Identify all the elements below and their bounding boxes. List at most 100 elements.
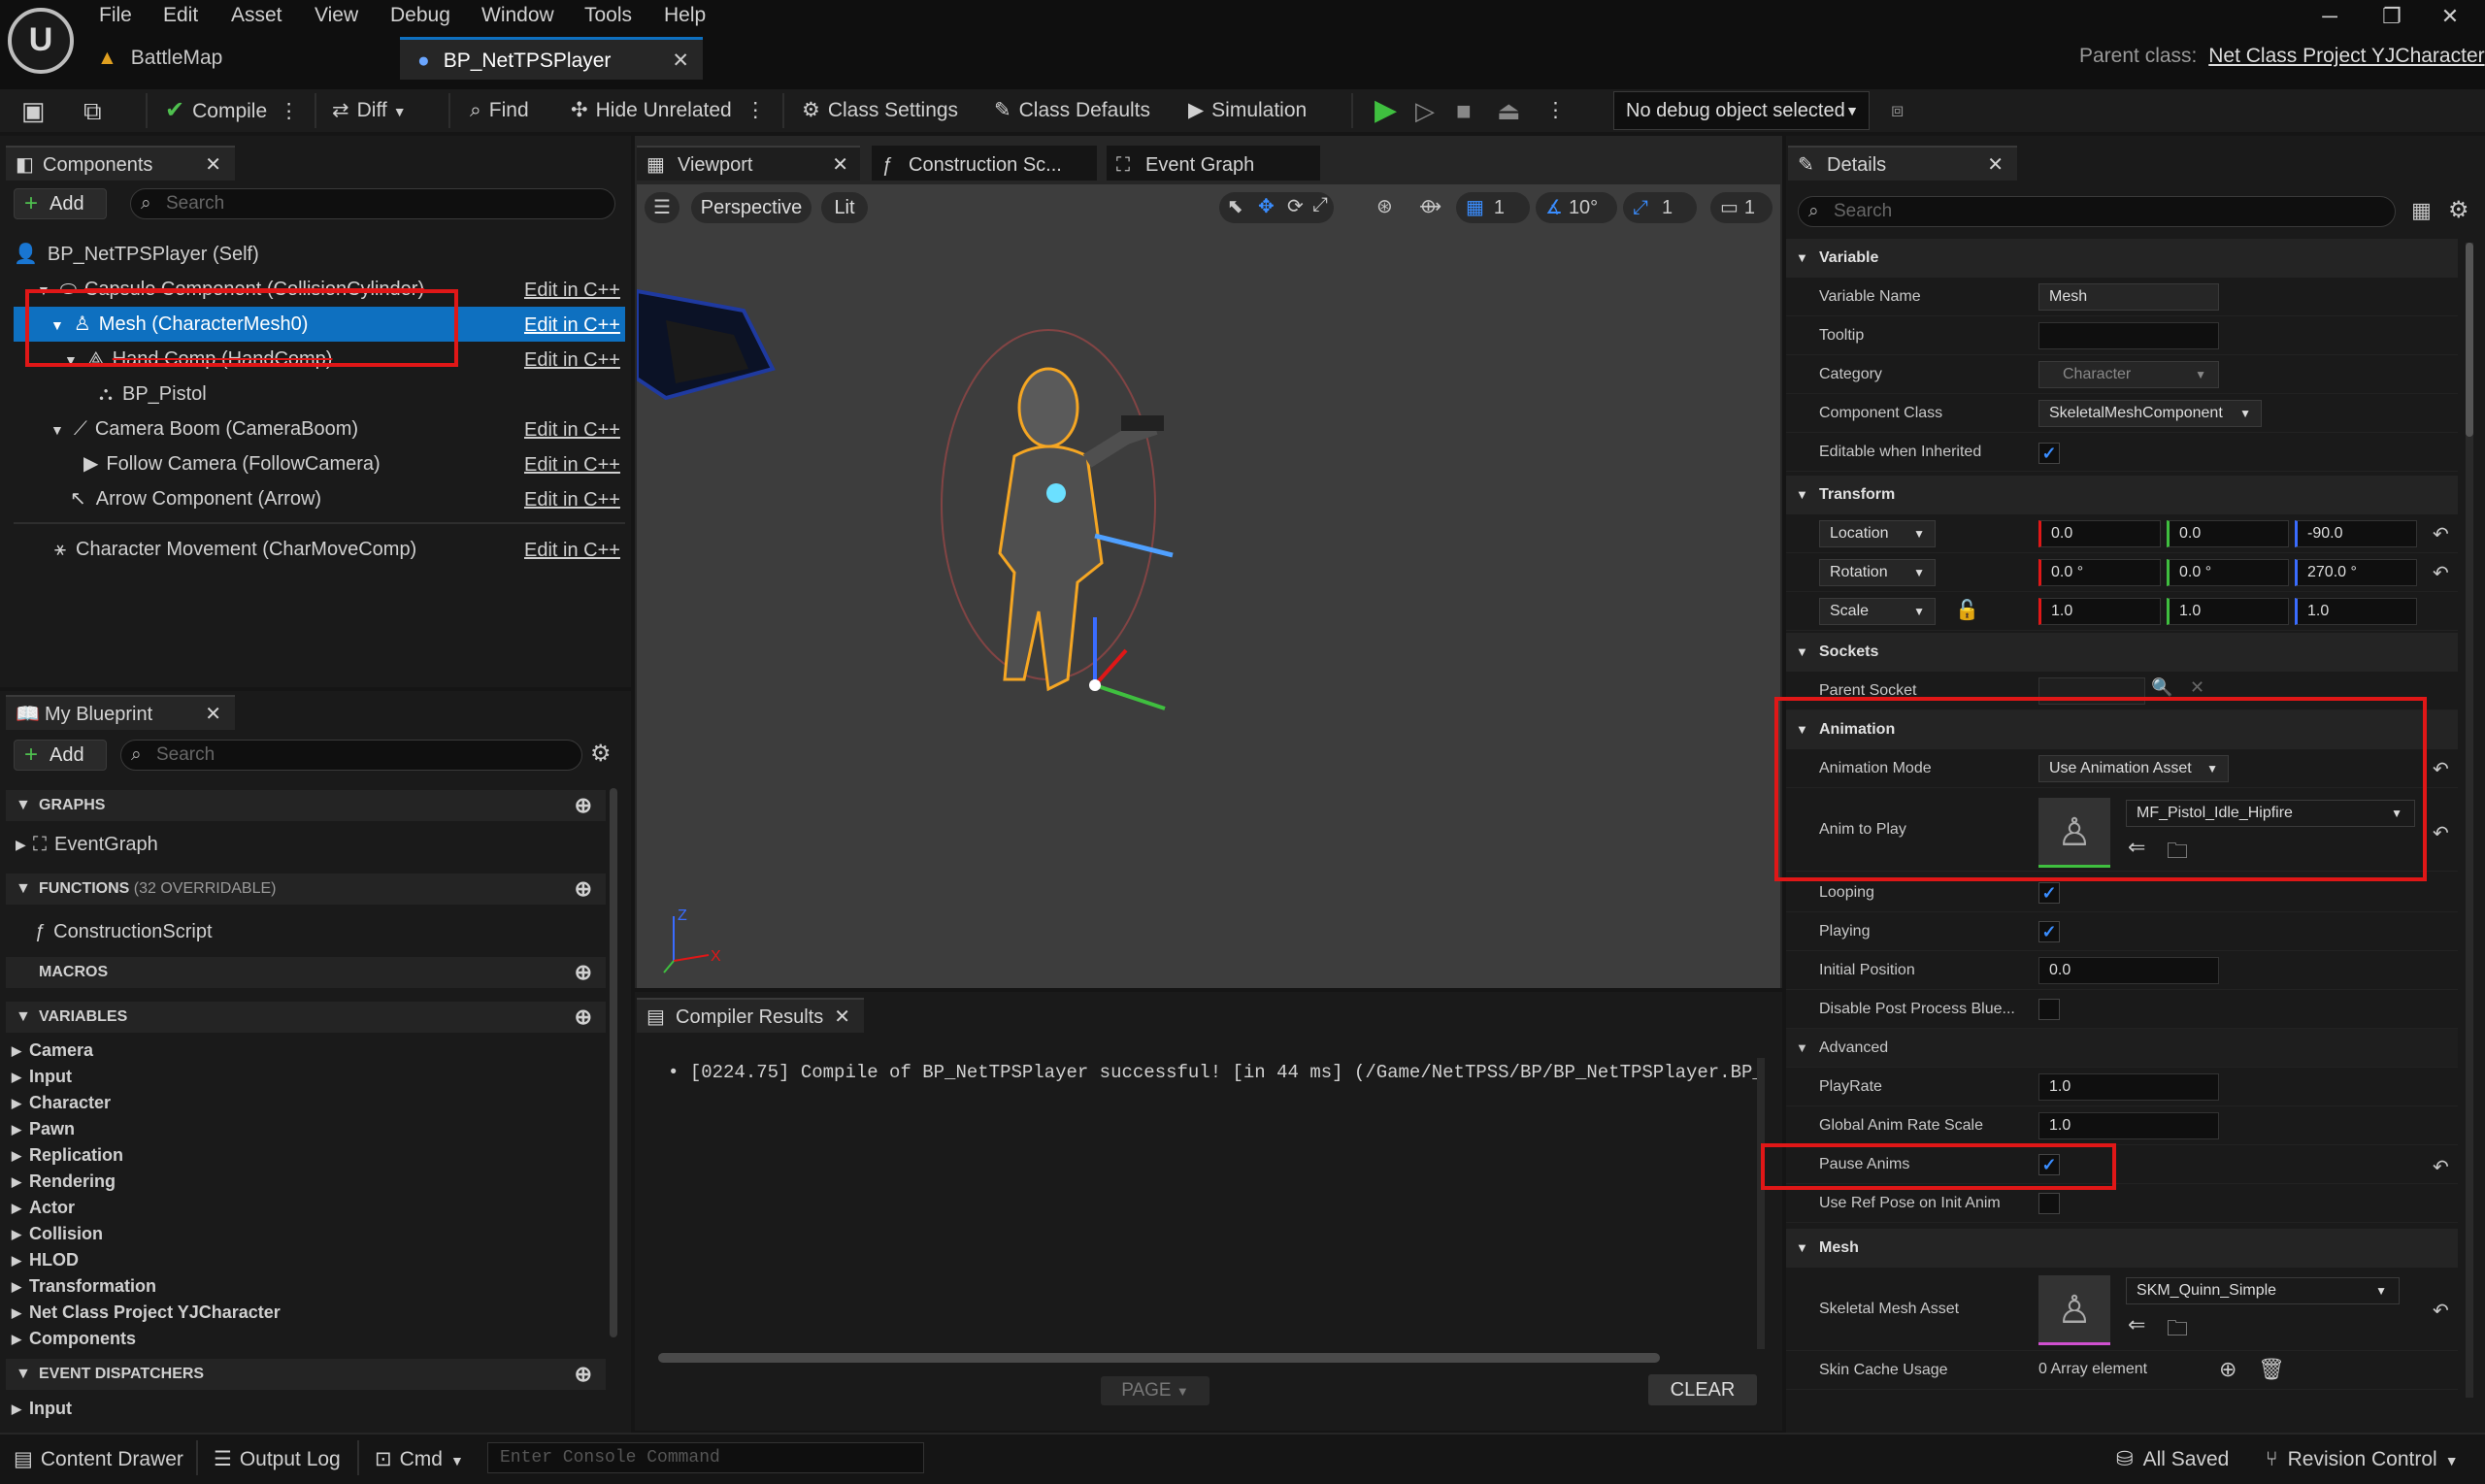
revision-control-button[interactable]: ⑂ Revision Control ▼ [2266, 1436, 2459, 1483]
content-drawer-button[interactable]: ▤ Content Drawer [14, 1436, 183, 1483]
add-dispatcher-icon[interactable]: ⊕ [575, 1359, 592, 1390]
playing-checkbox[interactable]: ✓ [2038, 921, 2060, 942]
tree-item-pistol[interactable]: ⛬ BP_Pistol [14, 377, 625, 412]
my-blueprint-search-input[interactable]: ⌕ Search [120, 740, 582, 771]
var-category-hlod[interactable]: ▶ HLOD [0, 1247, 79, 1273]
tooltip-input[interactable] [2038, 322, 2219, 349]
details-search-input[interactable]: ⌕ Search [1798, 196, 2396, 227]
scale-y-input[interactable]: 1.0 [2167, 598, 2289, 625]
scale-icon[interactable]: ⤢ [1312, 194, 1328, 216]
close-tab-icon[interactable]: ✕ [205, 697, 221, 732]
reset-anim-mode-icon[interactable]: ↶ [2433, 757, 2449, 781]
mesh-thumbnail-icon[interactable]: ♙ [2038, 1275, 2110, 1345]
add-element-icon[interactable]: ⊕ [2219, 1357, 2236, 1382]
rotation-y-input[interactable]: 0.0 ° [2167, 559, 2289, 586]
location-y-input[interactable]: 0.0 [2167, 520, 2289, 547]
use-ref-pose-checkbox[interactable] [2038, 1193, 2060, 1214]
stop-icon[interactable]: ■ [1456, 89, 1472, 132]
translate-icon[interactable]: ✥ [1258, 194, 1275, 218]
category-select[interactable]: Character ▼ [2038, 361, 2219, 388]
menu-window[interactable]: Window [481, 4, 554, 27]
delete-icon[interactable]: 🗑 [2258, 1357, 2285, 1382]
components-search-input[interactable]: ⌕ Search [130, 188, 615, 219]
section-macros[interactable]: MACROS ⊕ [6, 957, 606, 988]
scale-z-input[interactable]: 1.0 [2295, 598, 2417, 625]
clear-button[interactable]: CLEAR [1648, 1374, 1757, 1405]
global-anim-rate-input[interactable]: 1.0 [2038, 1112, 2219, 1139]
select-icon[interactable]: ⬉ [1227, 194, 1243, 218]
restore-icon[interactable]: ❐ [2372, 4, 2411, 29]
find-button[interactable]: ⌕ Find [470, 89, 529, 132]
scale-x-input[interactable]: 1.0 [2038, 598, 2161, 625]
save-icon[interactable]: ▣ [21, 89, 46, 132]
camera-speed-button[interactable]: ▭ 1 [1710, 192, 1773, 223]
dispatcher-category-input[interactable]: ▶ Input [0, 1396, 72, 1422]
playrate-input[interactable]: 1.0 [2038, 1073, 2219, 1101]
surface-snap-icon[interactable]: ⟴ [1419, 194, 1441, 218]
var-category-character[interactable]: ▶ Character [0, 1090, 111, 1116]
location-z-input[interactable]: -90.0 [2295, 520, 2417, 547]
play-options-icon[interactable]: ⋮ [1545, 89, 1566, 132]
components-tab[interactable]: ◧ Components ✕ [6, 146, 235, 181]
reset-pause-anims-icon[interactable]: ↶ [2433, 1155, 2449, 1179]
compiler-vscroll[interactable] [1757, 1058, 1765, 1349]
rotation-snap-toggle[interactable]: ∡ 10° [1536, 192, 1617, 223]
rotation-select[interactable]: Rotation ▼ [1819, 559, 1936, 586]
rotation-z-input[interactable]: 270.0 ° [2295, 559, 2417, 586]
var-category-pawn[interactable]: ▶ Pawn [0, 1116, 75, 1142]
add-variable-icon[interactable]: ⊕ [575, 1002, 592, 1033]
menu-file[interactable]: File [99, 4, 132, 27]
close-window-icon[interactable]: ✕ [2431, 4, 2469, 29]
details-section-mesh[interactable]: ▼ Mesh [1786, 1229, 2458, 1268]
var-category-rendering[interactable]: ▶ Rendering [0, 1169, 116, 1195]
add-graph-icon[interactable]: ⊕ [575, 790, 592, 821]
world-local-icon[interactable]: ⊛ [1376, 194, 1393, 218]
edit-cpp-link[interactable]: Edit in C++ [524, 454, 620, 477]
var-category-collision[interactable]: ▶ Collision [0, 1221, 103, 1247]
var-category-input[interactable]: ▶ Input [0, 1064, 72, 1090]
tab-battlemap[interactable]: ▲ BattleMap [97, 37, 388, 80]
var-category-transformation[interactable]: ▶ Transformation [0, 1273, 156, 1300]
my-blueprint-scrollbar[interactable] [610, 788, 617, 1337]
close-tab-icon[interactable]: ✕ [1987, 148, 2004, 182]
browse-icon[interactable]: ⧉ [83, 89, 102, 132]
location-x-input[interactable]: 0.0 [2038, 520, 2161, 547]
function-item-construction[interactable]: ƒ ConstructionScript [6, 914, 606, 949]
viewport-menu-icon[interactable]: ☰ [645, 192, 679, 223]
menu-edit[interactable]: Edit [163, 4, 198, 27]
rotation-x-input[interactable]: 0.0 ° [2038, 559, 2161, 586]
details-scrollbar-thumb[interactable] [2466, 243, 2473, 437]
clear-socket-icon[interactable]: ✕ [2190, 677, 2204, 698]
grid-snap-toggle[interactable]: ▦ 1 [1456, 192, 1530, 223]
add-member-button[interactable]: + Add [14, 740, 107, 771]
rotate-icon[interactable]: ⟳ [1287, 194, 1304, 218]
tab-details[interactable]: ✎ Details ✕ [1788, 146, 2017, 181]
unreal-logo-icon[interactable]: U [8, 8, 74, 74]
details-section-sockets[interactable]: ▼ Sockets [1786, 633, 2458, 672]
close-tab-icon[interactable]: ✕ [832, 148, 848, 182]
section-graphs[interactable]: ▼ GRAPHS ⊕ [6, 790, 606, 821]
browse-socket-icon[interactable]: 🔍 [2151, 677, 2172, 698]
simulation-button[interactable]: ▶ Simulation [1188, 89, 1307, 132]
details-section-transform[interactable]: ▼ Transform [1786, 476, 2458, 514]
tab-bp-nettpsplayer[interactable]: ● BP_NetTPSPlayer ✕ [400, 37, 703, 80]
menu-tools[interactable]: Tools [584, 4, 632, 27]
step-icon[interactable]: ▷ [1415, 89, 1435, 132]
output-log-button[interactable]: ☰ Output Log [214, 1436, 341, 1483]
scale-snap-toggle[interactable]: ⤢ 1 [1623, 192, 1697, 223]
menu-debug[interactable]: Debug [390, 4, 450, 27]
class-defaults-button[interactable]: ✎ Class Defaults [994, 89, 1150, 132]
section-event-dispatchers[interactable]: ▼ EVENT DISPATCHERS ⊕ [6, 1359, 606, 1390]
edit-cpp-link[interactable]: Edit in C++ [524, 349, 620, 372]
tab-event-graph[interactable]: ⛶ Event Graph [1107, 146, 1320, 181]
reset-location-icon[interactable]: ↶ [2433, 522, 2449, 546]
edit-cpp-link[interactable]: Edit in C++ [524, 280, 620, 302]
details-settings-icon[interactable]: ⚙ [2448, 196, 2469, 224]
tree-item-self[interactable]: 👤 BP_NetTPSPlayer (Self) [14, 237, 625, 272]
section-variables[interactable]: ▼ VARIABLES ⊕ [6, 1002, 606, 1033]
my-blueprint-tab[interactable]: 📖 My Blueprint ✕ [6, 695, 235, 730]
perspective-button[interactable]: Perspective [691, 192, 812, 223]
var-category-replication[interactable]: ▶ Replication [0, 1142, 123, 1169]
graph-item-eventgraph[interactable]: ▶ ⛶ EventGraph [6, 827, 606, 862]
console-command-input[interactable]: Enter Console Command [487, 1442, 924, 1473]
